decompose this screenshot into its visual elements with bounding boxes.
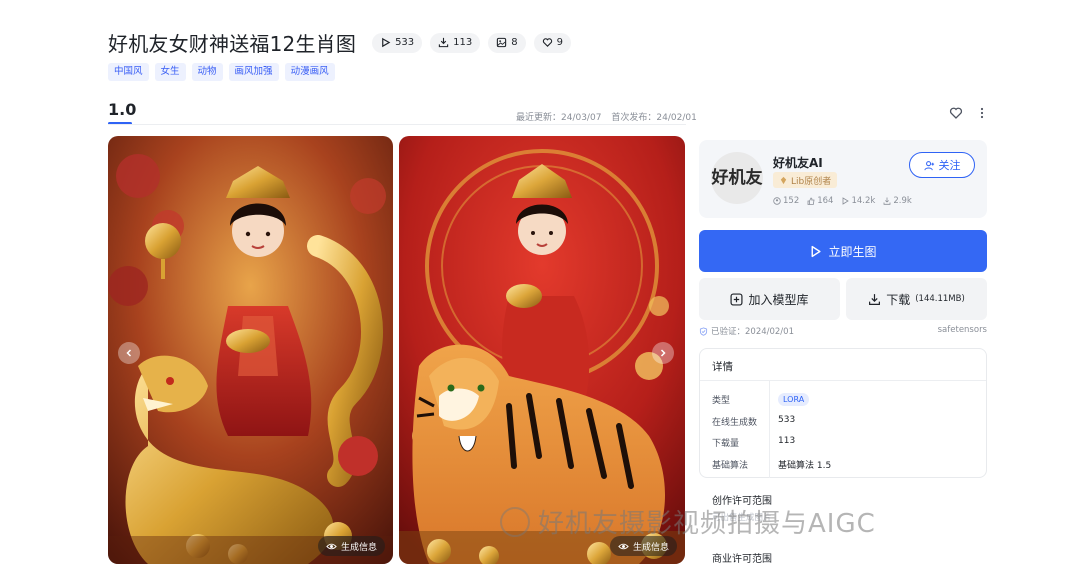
dragon-rider-artwork — [108, 136, 393, 564]
author-stats: 152 164 14.2k 2.9k — [773, 196, 912, 206]
play-icon — [382, 37, 391, 48]
add-to-library-button[interactable]: 加入模型库 — [699, 278, 840, 320]
download-icon — [869, 293, 881, 305]
gallery-image-dragon[interactable]: 生成信息 — [108, 136, 393, 564]
generate-now-button[interactable]: 立即生图 — [699, 230, 987, 272]
user-circle-icon — [773, 197, 781, 205]
watermark-text: 好机友摄影视频拍摄与AIGC — [538, 509, 876, 539]
published-date: 首次发布：24/02/01 — [611, 113, 697, 123]
run-count-pill: 533 — [372, 32, 423, 53]
eye-icon — [618, 543, 629, 549]
tag[interactable]: 画风加强 — [228, 63, 279, 81]
model-type-badge: LORA — [778, 393, 810, 406]
tab-divider — [108, 124, 686, 125]
download-icon — [883, 197, 891, 205]
author-badge: Lib原创者 — [773, 172, 838, 188]
verify-row: 已验证：2024/02/01 safetensors — [699, 325, 987, 337]
download-label: 下载 — [886, 292, 911, 307]
generate-now-label: 立即生图 — [828, 244, 877, 259]
add-to-library-label: 加入模型库 — [748, 292, 809, 307]
play-icon — [812, 245, 822, 257]
chevron-right-icon — [660, 349, 666, 357]
follow-label: 关注 — [938, 159, 961, 172]
detail-value: 533 — [778, 415, 796, 425]
favorite-heart-icon[interactable] — [949, 106, 963, 120]
image-count-pill: 8 — [488, 32, 526, 53]
heart-icon — [542, 38, 552, 47]
generation-info-label: 生成信息 — [340, 542, 377, 553]
details-divider — [700, 380, 986, 381]
detail-key: 类型 — [712, 396, 731, 406]
diamond-icon — [780, 176, 787, 184]
generation-info-button[interactable]: 生成信息 — [317, 536, 385, 556]
commercial-license-title: 商业许可范围 — [712, 554, 772, 565]
download-button[interactable]: 下载 (144.11MB) — [846, 278, 987, 320]
follow-button[interactable]: 关注 — [909, 152, 975, 178]
generation-info-label: 生成信息 — [632, 542, 669, 553]
verified-status: 已验证：2024/02/01 — [699, 325, 794, 337]
add-user-icon — [923, 160, 934, 170]
file-format: safetensors — [937, 325, 987, 335]
tag[interactable]: 女生 — [154, 63, 186, 81]
author-avatar[interactable]: 好机友 — [711, 152, 763, 204]
details-panel: 详情 类型 LORA 在线生成数 533 下载量 113 基础算法 基础算法 1… — [699, 348, 987, 478]
avatar-logo-text: 好机友 — [711, 167, 763, 188]
image-count: 8 — [511, 37, 518, 48]
like-count-pill: 9 — [533, 32, 571, 53]
author-card: 好机友 好机友AI Lib原创者 152 164 14.2k 2.9k 关注 — [699, 140, 987, 218]
image-icon — [497, 37, 507, 48]
author-stat-downloads: 2.9k — [883, 196, 912, 206]
author-badge-label: Lib原创者 — [791, 176, 832, 187]
thumb-up-icon — [807, 197, 815, 205]
eye-icon — [326, 543, 337, 549]
detail-key: 在线生成数 — [712, 418, 758, 428]
title-row: 好机友女财神送福12生肖图 533 113 8 9 — [108, 28, 571, 57]
top-actions — [949, 106, 989, 120]
tag[interactable]: 动漫画风 — [284, 63, 335, 81]
play-icon — [843, 197, 850, 205]
author-stat-followers: 152 — [773, 196, 799, 206]
detail-row-type: 类型 LORA — [712, 393, 810, 406]
verified-text: 已验证：2024/02/01 — [711, 327, 794, 337]
page-title: 好机友女财神送福12生肖图 — [108, 32, 357, 56]
detail-value: 113 — [778, 436, 796, 446]
version-dates: 最近更新：24/03/07 首次发布：24/02/01 — [516, 110, 697, 123]
download-icon — [438, 37, 449, 48]
updated-date: 最近更新：24/03/07 — [516, 113, 602, 123]
tag[interactable]: 动物 — [191, 63, 223, 81]
tag-list: 中国风 女生 动物 画风加强 动漫画风 — [108, 63, 335, 81]
download-size: (144.11MB) — [915, 294, 965, 304]
detail-row-online-runs: 在线生成数 533 — [712, 415, 795, 428]
run-count: 533 — [395, 37, 415, 48]
version-tab[interactable]: 1.0 — [108, 100, 136, 119]
tag[interactable]: 中国风 — [108, 63, 149, 81]
more-options-icon[interactable] — [975, 106, 989, 120]
chevron-left-icon — [126, 349, 132, 357]
watermark-logo-icon — [500, 506, 530, 537]
author-stat-runs: 14.2k — [841, 196, 875, 206]
author-name[interactable]: 好机友AI — [773, 154, 823, 171]
author-stat-likes: 164 — [807, 196, 833, 206]
watermark: 好机友摄影视频拍摄与AIGC — [500, 503, 876, 540]
gallery-image-tiger[interactable]: 生成信息 — [399, 136, 685, 564]
next-image-button[interactable] — [652, 342, 674, 364]
detail-key: 下载量 — [712, 439, 740, 449]
add-square-icon — [730, 292, 743, 306]
details-title: 详情 — [712, 361, 733, 373]
detail-row-downloads: 下载量 113 — [712, 436, 795, 449]
download-count: 113 — [453, 37, 473, 48]
detail-key: 基础算法 — [712, 461, 749, 471]
detail-row-base-model: 基础算法 基础算法 1.5 — [712, 458, 831, 471]
download-count-pill: 113 — [430, 32, 481, 53]
shield-check-icon — [699, 326, 708, 336]
detail-value: 基础算法 1.5 — [778, 461, 832, 471]
like-count: 9 — [556, 37, 563, 48]
tiger-rider-artwork — [399, 136, 685, 564]
previous-image-button[interactable] — [118, 342, 140, 364]
